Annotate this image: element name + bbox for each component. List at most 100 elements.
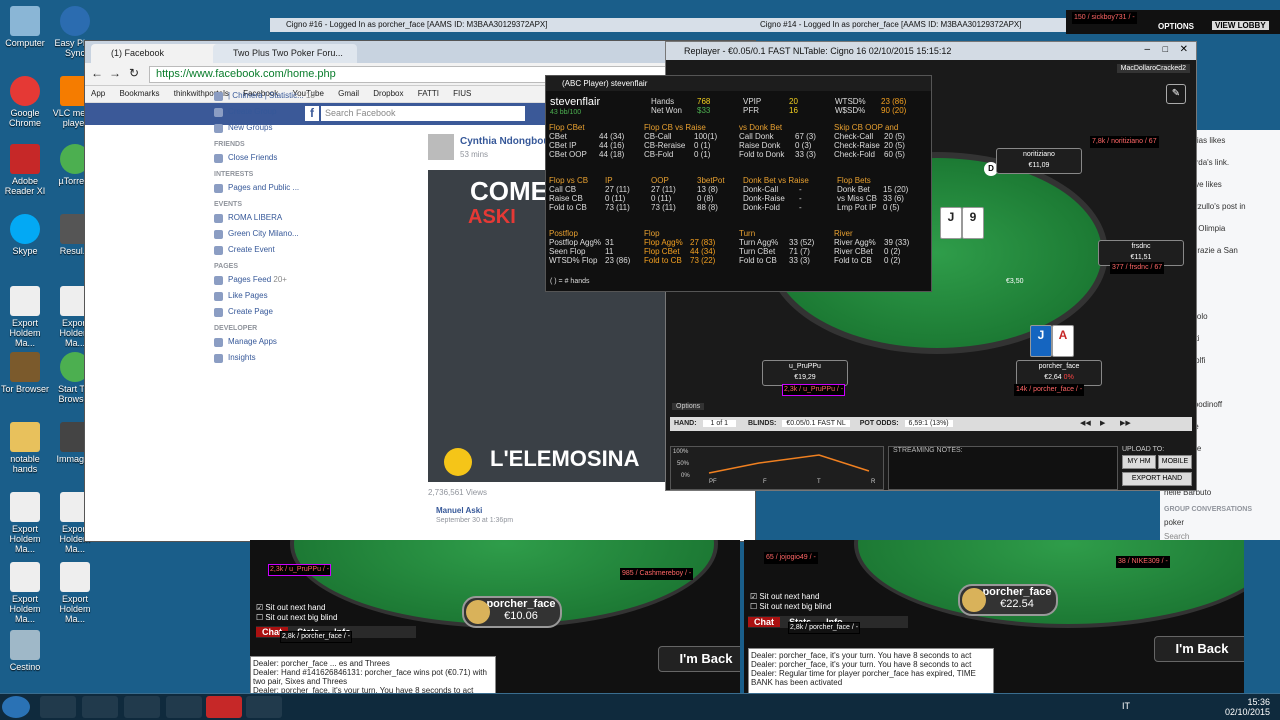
comment-time[interactable]: September 30 at 1:36pm	[436, 517, 513, 524]
bookmark-gmail[interactable]: Gmail	[338, 89, 359, 98]
hud-cashmereboy[interactable]: 985 / Cashmereboy / -	[620, 568, 694, 580]
hud-porcher-face[interactable]: 2,8k / porcher_face / -	[280, 631, 353, 643]
sit-out-hand-checkbox[interactable]: ☑ Sit out next hand	[750, 592, 819, 601]
minimize-icon[interactable]: –	[1144, 44, 1150, 55]
sidebar-item-insights[interactable]: Insights	[214, 350, 324, 366]
chrome-icon[interactable]: Google Chrome	[0, 76, 50, 128]
reload-icon[interactable]: ↻	[129, 66, 139, 80]
sidebar-item-create-group[interactable]: Create Group	[214, 104, 324, 120]
recycle-bin-icon[interactable]: Cestino	[0, 630, 50, 672]
replayer-title[interactable]: Replayer - €0.05/0.1 FAST NLTable: Cigno…	[666, 42, 1196, 60]
play-button-icon[interactable]: ▶	[1100, 417, 1105, 431]
rewind-icon[interactable]: ◀◀	[1080, 417, 1091, 431]
hud-value: 11	[605, 247, 614, 256]
computer-icon[interactable]: Computer	[0, 6, 50, 48]
hud-label: CB-Fold	[644, 150, 674, 159]
sit-out-bb-checkbox[interactable]: ☐ Sit out next big blind	[750, 602, 831, 611]
hud-u-pruppu[interactable]: 2,3k / u_PruPPu / -	[268, 564, 332, 576]
file-icon[interactable]: Export Holdem Ma...	[50, 562, 100, 624]
bookmark-fatti[interactable]: FATTI	[418, 89, 439, 98]
hud-sickboy[interactable]: 150 / sickboy731 / -	[1072, 12, 1137, 24]
hud-porcher-face[interactable]: 2,8k / porcher_face / -	[788, 622, 861, 634]
forward-icon[interactable]: →	[109, 66, 121, 80]
sidebar-item-roma-libera[interactable]: ROMA LIBERA	[214, 210, 324, 226]
bookmark-fius[interactable]: FIUS	[453, 89, 471, 98]
hero-seat[interactable]: porcher_face €22.54	[958, 584, 1058, 616]
avatar[interactable]	[428, 134, 454, 160]
replayer-tab[interactable]: MacDollaroCracked2	[1116, 64, 1190, 73]
cigno16-title[interactable]: Cigno #16 - Logged In as porcher_face [A…	[270, 18, 756, 32]
taskbar-hem2-icon[interactable]	[206, 696, 242, 718]
post-author[interactable]: Cynthia Ndongbou	[460, 136, 549, 147]
sidebar-item-pages-feed[interactable]: Pages Feed 20+	[214, 272, 324, 288]
folder-icon[interactable]: notable hands	[0, 422, 50, 474]
system-clock[interactable]: 15:36 02/10/2015	[1225, 697, 1270, 717]
maximize-icon[interactable]: □	[1163, 44, 1168, 54]
sidebar-item-like-pages[interactable]: Like Pages	[214, 288, 324, 304]
sit-out-bb-checkbox[interactable]: ☐ Sit out next big blind	[256, 613, 337, 622]
sidebar-item-chimera[interactable]: | Chimera | Statistic... 18	[214, 88, 324, 104]
hud-noritiziano[interactable]: 7,8k / noritiziano / 67	[1090, 136, 1159, 148]
language-indicator[interactable]: IT	[1122, 701, 1130, 711]
file-icon[interactable]: Export Holdem Ma...	[0, 286, 50, 348]
adobe-reader-icon[interactable]: Adobe Reader XI	[0, 144, 50, 196]
hud-frsdnc[interactable]: 377 / frsdnc / 67	[1110, 262, 1165, 274]
file-icon[interactable]: Export Holdem Ma...	[0, 562, 50, 624]
chat-log[interactable]: Dealer: porcher_face, it's your turn. Yo…	[748, 648, 994, 694]
sidebar-item-create-page[interactable]: Create Page	[214, 304, 324, 320]
comment-author[interactable]: Manuel Aski	[436, 506, 482, 515]
tab-twoplustwo[interactable]: Two Plus Two Poker Foru...	[213, 44, 357, 63]
options-link[interactable]: OPTIONS	[1158, 22, 1194, 31]
sidebar-item-green-city[interactable]: Green City Milano...	[214, 226, 324, 242]
hud-u-pruppu[interactable]: 2,3k / u_PruPPu / -	[782, 384, 846, 396]
my-hm-button[interactable]: MY HM	[1122, 455, 1156, 469]
hud-nike309[interactable]: 38 / NIKE309 / -	[1116, 556, 1170, 568]
options-button[interactable]: Options	[672, 403, 705, 410]
sit-out-hand-checkbox[interactable]: ☑ Sit out next hand	[256, 603, 325, 612]
export-hand-button[interactable]: EXPORT HAND	[1122, 472, 1192, 486]
taskbar-pokerstars-icon[interactable]	[166, 696, 202, 718]
fast-forward-icon[interactable]: ▶▶	[1120, 417, 1131, 431]
mobile-button[interactable]: MOBILE	[1158, 455, 1192, 469]
hud-porcher-face[interactable]: 14k / porcher_face / -	[1014, 384, 1085, 396]
taskbar-chrome-icon[interactable]	[124, 696, 160, 718]
chat-log[interactable]: Dealer: porcher_face ... es and Threes D…	[250, 656, 496, 694]
sidebar-item-create-event[interactable]: Create Event	[214, 242, 324, 258]
close-icon[interactable]: ✕	[1180, 44, 1188, 55]
seat-porcher-face[interactable]: porcher_face €2,64 0%	[1016, 360, 1102, 386]
sidebar-item-new-groups[interactable]: New Groups	[214, 120, 324, 136]
tab-facebook[interactable]: (1) Facebook	[91, 44, 231, 63]
seat-noritiziano[interactable]: noritiziano €11,09	[996, 148, 1082, 174]
avatar	[962, 588, 986, 612]
cigno14-title[interactable]: Cigno #14 - Logged In as porcher_face [A…	[744, 18, 1080, 32]
sidebar-item-pages-public[interactable]: Pages and Public ...	[214, 180, 324, 196]
tab-chat[interactable]: Chat	[748, 617, 780, 627]
facebook-search-input[interactable]: Search Facebook	[321, 106, 525, 121]
file-icon[interactable]: Export Holdem Ma...	[0, 492, 50, 554]
back-icon[interactable]: ←	[91, 66, 103, 80]
group-chat-poker[interactable]: poker	[1160, 516, 1280, 530]
bookmark-dropbox[interactable]: Dropbox	[373, 89, 403, 98]
tor-browser-icon[interactable]: Tor Browser	[0, 352, 50, 394]
bookmark-app[interactable]: App	[91, 89, 105, 98]
start-button-icon[interactable]	[2, 696, 30, 718]
post-time[interactable]: 53 mins	[460, 150, 488, 159]
im-back-button[interactable]: I'm Back	[658, 646, 740, 672]
sidebar-item-manage-apps[interactable]: Manage Apps	[214, 334, 324, 350]
hud-jojogio49[interactable]: 65 / jojogio49 / -	[764, 552, 818, 564]
hand-value[interactable]: 1 of 1	[702, 420, 737, 427]
hud-title[interactable]: (ABC Player) stevenflair	[546, 76, 931, 91]
seat-u-pruppu[interactable]: u_PruPPu €19,29	[762, 360, 848, 386]
view-lobby-button[interactable]: VIEW LOBBY	[1212, 21, 1269, 30]
pencil-icon[interactable]: ✎	[1166, 84, 1186, 104]
hud-label: Turn Agg%	[739, 238, 779, 247]
bookmark-bookmarks[interactable]: Bookmarks	[119, 89, 159, 98]
taskbar-media-icon[interactable]	[40, 696, 76, 718]
streaming-notes[interactable]: STREAMING NOTES:	[888, 446, 1118, 490]
taskbar-app-icon[interactable]	[246, 696, 282, 718]
skype-icon[interactable]: Skype	[0, 214, 50, 256]
taskbar-explorer-icon[interactable]	[82, 696, 118, 718]
sidebar-item-close-friends[interactable]: Close Friends	[214, 150, 324, 166]
im-back-button[interactable]: I'm Back	[1154, 636, 1244, 662]
hero-seat[interactable]: porcher_face €10.06	[462, 596, 562, 628]
